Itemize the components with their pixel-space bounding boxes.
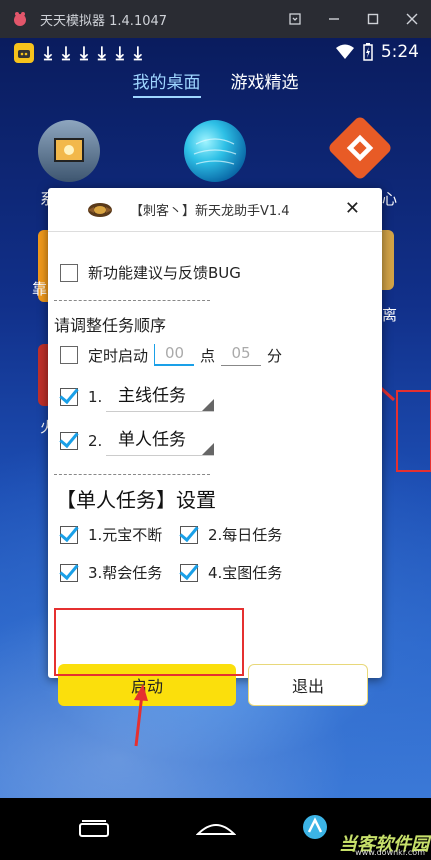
clock: 5:24: [380, 42, 419, 62]
task1-row: 1.: [60, 388, 102, 406]
dialog-title: 【刺客丶】新天龙助手V1.4: [130, 204, 290, 219]
android-screen: ⤓ ⤓ ⤓ ⤓ ⤓ ⤓ 5:24 我的桌面 游戏精选 系 心 靠 离 火: [0, 38, 431, 798]
timer-row: 定时启动 00 点 05 分: [60, 344, 282, 366]
download-icon: ⤓: [133, 42, 142, 64]
close-icon[interactable]: [392, 0, 431, 38]
red-arrow-icon: [134, 684, 148, 747]
minimize-icon[interactable]: [314, 0, 353, 38]
wifi-icon: [335, 44, 354, 59]
task2-row: 2.: [60, 432, 102, 450]
divider: [54, 474, 210, 475]
option-checkbox[interactable]: [60, 525, 78, 544]
task1-checkbox[interactable]: [60, 388, 78, 406]
notification-app-icon: [14, 43, 34, 63]
timer-minute-input[interactable]: 05: [221, 344, 262, 366]
option-label: 1.元宝不断: [88, 526, 163, 544]
home-icon[interactable]: [196, 820, 236, 836]
app-label-partial: 靠: [32, 280, 48, 298]
option-label: 3.帮会任务: [88, 564, 163, 582]
option-checkbox[interactable]: [180, 563, 198, 582]
close-icon[interactable]: ✕: [345, 198, 360, 219]
section-title: 【单人任务】设置: [56, 488, 216, 512]
window-title: 天天模拟器 1.4.1047: [40, 13, 168, 29]
feedback-row[interactable]: 新功能建议与反馈BUG: [60, 262, 241, 283]
download-icon: ⤓: [79, 42, 88, 64]
option-row: 2.每日任务: [180, 524, 282, 545]
download-icon: ⤓: [61, 42, 70, 64]
tab-my-desktop[interactable]: 我的桌面: [132, 68, 201, 98]
app-label-partial: 心: [382, 190, 398, 208]
option-row: 3.帮会任务: [60, 562, 162, 583]
back-icon[interactable]: [300, 812, 330, 842]
gallery-app-icon[interactable]: [38, 120, 100, 182]
option-label: 4.宝图任务: [208, 564, 283, 582]
timer-checkbox[interactable]: [60, 346, 78, 364]
highlight-box-right: [396, 390, 431, 472]
feedback-checkbox[interactable]: [60, 263, 78, 282]
game-logo-icon: [88, 202, 112, 217]
order-title-text: 请调整任务顺序: [54, 316, 167, 335]
task1-number: 1.: [88, 388, 103, 406]
tab-game-picks[interactable]: 游戏精选: [231, 68, 299, 98]
minute-unit: 分: [267, 346, 283, 365]
browser-app-icon[interactable]: [184, 120, 246, 182]
option-checkbox[interactable]: [60, 563, 78, 582]
download-icon: ⤓: [44, 42, 52, 64]
navigation-bar: 当客软件园 www.downkr.com: [0, 798, 431, 860]
battery-icon: [363, 43, 373, 61]
helper-dialog: 【刺客丶】新天龙助手V1.4 ✕ 新功能建议与反馈BUG 请调整任务顺序 定时启…: [48, 188, 382, 706]
maximize-icon[interactable]: [353, 0, 392, 38]
task2-number: 2.: [88, 432, 103, 450]
hour-unit: 点: [200, 346, 216, 365]
launcher-tabs: 我的桌面 游戏精选: [0, 68, 431, 98]
emulator-titlebar: 天天模拟器 1.4.1047: [0, 0, 431, 38]
feedback-label: 新功能建议与反馈BUG: [88, 264, 241, 282]
app-icon-gold[interactable]: [382, 230, 394, 290]
task1-dropdown[interactable]: 主线任务: [106, 382, 214, 412]
option-row: 4.宝图任务: [180, 562, 282, 583]
settings-icon[interactable]: [275, 0, 314, 38]
order-title: 请调整任务顺序: [54, 312, 166, 336]
exit-button[interactable]: 退出: [248, 664, 368, 706]
highlight-box-start: [54, 608, 244, 676]
divider: [54, 300, 210, 301]
task2-dropdown[interactable]: 单人任务: [106, 426, 214, 456]
option-row: 1.元宝不断: [60, 524, 162, 545]
download-icon: ⤓: [115, 42, 124, 64]
watermark: 当客软件园 www.downkr.com: [339, 830, 429, 857]
dialog-header: 【刺客丶】新天龙助手V1.4 ✕: [48, 188, 382, 232]
option-checkbox[interactable]: [180, 525, 198, 544]
option-label: 2.每日任务: [208, 526, 283, 544]
task2-checkbox[interactable]: [60, 432, 78, 450]
app-label-partial: 离: [382, 306, 398, 324]
emulator-logo-icon: [14, 12, 26, 26]
game-center-app-icon[interactable]: [326, 114, 394, 182]
status-bar: ⤓ ⤓ ⤓ ⤓ ⤓ ⤓ 5:24: [0, 38, 431, 68]
download-icon: ⤓: [97, 42, 106, 64]
watermark-url: www.downkr.com: [355, 848, 425, 857]
timer-label: 定时启动: [88, 346, 149, 365]
timer-hour-input[interactable]: 00: [154, 344, 195, 366]
recent-apps-icon[interactable]: [76, 820, 112, 838]
